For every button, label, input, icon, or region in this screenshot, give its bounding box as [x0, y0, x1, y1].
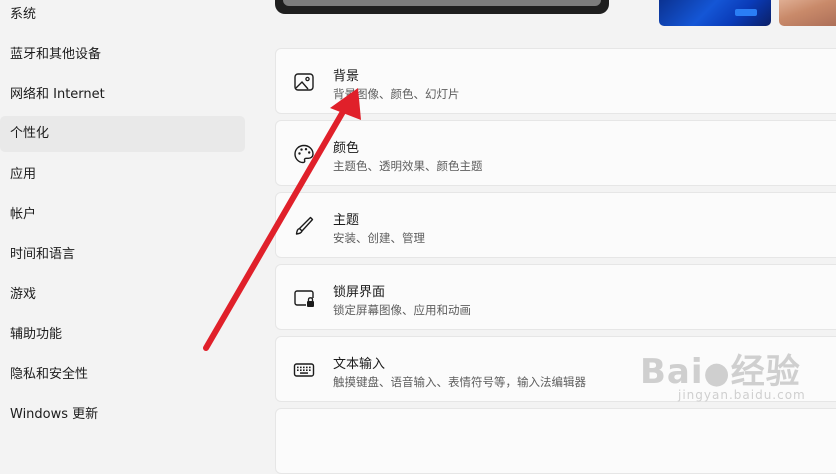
- thumbnail-taskbar: [735, 9, 757, 16]
- card-title: 文本输入: [333, 357, 386, 372]
- desktop-preview-screen: [283, 0, 601, 6]
- card-themes[interactable]: 主题 安装、创建、管理: [275, 192, 836, 258]
- card-title: 锁屏界面: [333, 285, 386, 300]
- sidebar-item-bluetooth-devices[interactable]: 蓝牙和其他设备: [0, 37, 245, 73]
- card-description: 安装、创建、管理: [333, 231, 425, 245]
- sidebar-item-accessibility[interactable]: 辅助功能: [0, 317, 245, 353]
- brush-icon: [295, 216, 314, 235]
- card-title: 背景: [333, 69, 360, 84]
- card-next[interactable]: [275, 408, 836, 474]
- theme-thumbnail-desert[interactable]: [779, 0, 836, 26]
- card-description: 背景图像、颜色、幻灯片: [333, 87, 460, 101]
- card-lock-screen[interactable]: 锁屏界面 锁定屏幕图像、应用和动画: [275, 264, 836, 330]
- sidebar-item-personalization[interactable]: 个性化: [0, 116, 245, 152]
- sidebar-item-apps[interactable]: 应用: [0, 157, 245, 193]
- card-description: 触摸键盘、语音输入、表情符号等，输入法编辑器: [333, 375, 586, 389]
- sidebar-item-system[interactable]: 系统: [0, 0, 245, 33]
- sidebar-item-gaming[interactable]: 游戏: [0, 277, 245, 313]
- lock-screen-icon: [294, 290, 314, 307]
- desktop-preview: [275, 0, 609, 14]
- card-description: 锁定屏幕图像、应用和动画: [333, 303, 471, 317]
- sidebar-item-windows-update[interactable]: Windows 更新: [0, 397, 245, 433]
- sidebar-item-network[interactable]: 网络和 Internet: [0, 77, 245, 113]
- palette-icon: [294, 144, 314, 164]
- sidebar: 系统 蓝牙和其他设备 网络和 Internet 个性化 应用 帐户 时间和语言 …: [0, 0, 260, 422]
- theme-thumbnail-windows[interactable]: [659, 0, 771, 26]
- watermark-logo: Bai●经验: [640, 344, 801, 393]
- card-colors[interactable]: 颜色 主题色、透明效果、颜色主题: [275, 120, 836, 186]
- card-title: 颜色: [333, 141, 360, 156]
- watermark-brand-2: 经验: [730, 352, 801, 392]
- watermark-url: jingyan.baidu.com: [678, 388, 806, 402]
- card-title: 主题: [333, 213, 360, 228]
- card-background[interactable]: 背景 背景图像、颜色、幻灯片: [275, 48, 836, 114]
- card-description: 主题色、透明效果、颜色主题: [333, 159, 483, 173]
- sidebar-item-accounts[interactable]: 帐户: [0, 197, 245, 233]
- keyboard-icon: [293, 363, 315, 377]
- sidebar-item-time-language[interactable]: 时间和语言: [0, 237, 245, 273]
- paw-icon: ●: [703, 356, 731, 391]
- sidebar-item-privacy-security[interactable]: 隐私和安全性: [0, 357, 245, 393]
- image-icon: [294, 73, 314, 91]
- watermark-brand: Bai: [640, 352, 704, 392]
